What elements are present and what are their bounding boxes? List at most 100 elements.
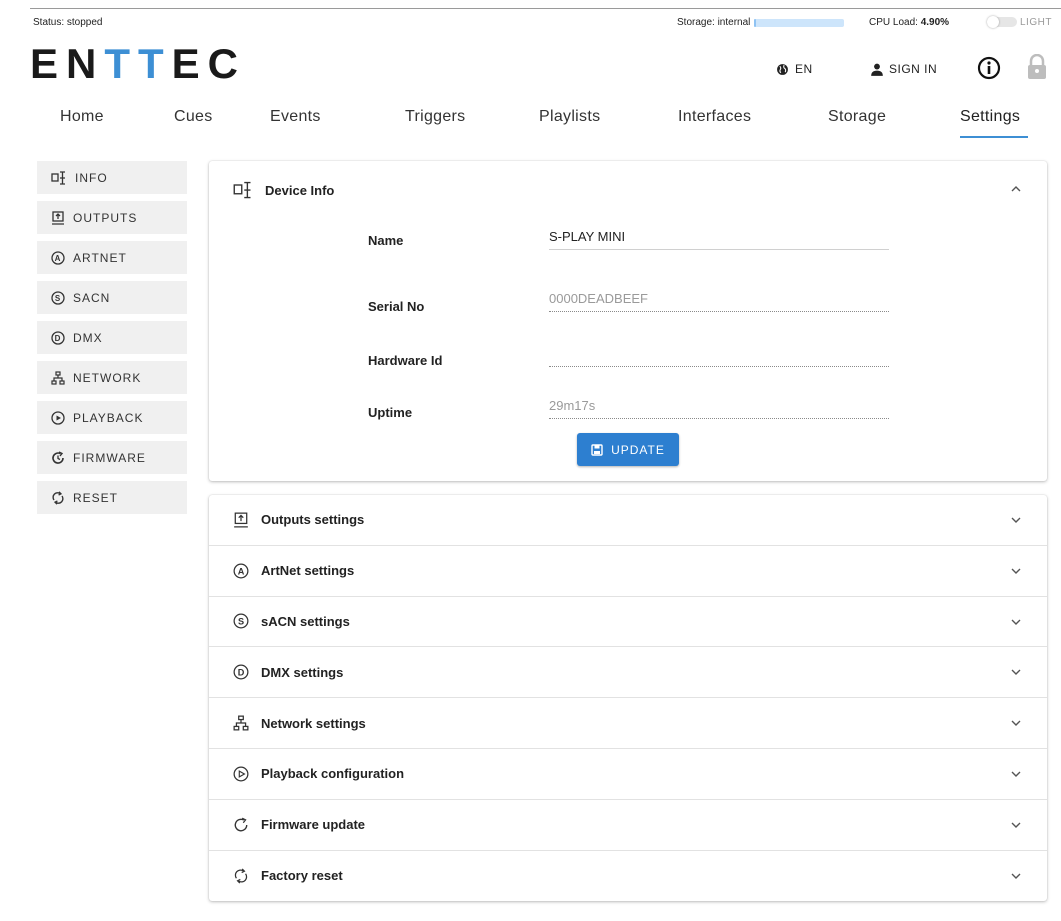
chevron-down-icon xyxy=(1011,669,1021,676)
dmx-icon: D xyxy=(51,330,65,345)
logo-text-3: EC xyxy=(171,40,247,87)
section-title: Factory reset xyxy=(261,868,343,884)
sidebar-item-label: SACN xyxy=(73,290,111,305)
sidebar-item-playback[interactable]: PLAYBACK xyxy=(37,401,187,434)
name-row: Name S-PLAY MINI xyxy=(209,229,1047,259)
chevron-down-icon xyxy=(1011,822,1021,828)
section-sacn[interactable]: S sACN settings xyxy=(209,597,1047,648)
sidebar-item-artnet[interactable]: A ARTNET xyxy=(37,241,187,274)
playback-icon xyxy=(233,766,249,782)
chevron-up-icon xyxy=(1011,186,1021,192)
artnet-icon: A xyxy=(233,563,249,579)
name-label: Name xyxy=(368,233,404,248)
language-label: EN xyxy=(795,62,813,76)
sidebar-item-network[interactable]: NETWORK xyxy=(37,361,187,394)
playback-icon xyxy=(51,410,65,425)
sidebar-item-outputs[interactable]: OUTPUTS xyxy=(37,201,187,234)
chevron-down-icon xyxy=(1011,720,1021,727)
tab-storage[interactable]: Storage xyxy=(828,108,886,126)
info-button[interactable] xyxy=(977,56,1001,80)
tab-cues[interactable]: Cues xyxy=(174,108,213,126)
section-title: sACN settings xyxy=(261,613,350,629)
storage-indicator: Storage: internal xyxy=(677,17,845,28)
sign-in-label: SIGN IN xyxy=(889,62,938,76)
serial-field: 0000DEADBEEF xyxy=(549,291,889,312)
theme-toggle-knob xyxy=(987,16,999,28)
chevron-down-icon xyxy=(1011,517,1021,523)
section-firmware[interactable]: Firmware update xyxy=(209,800,1047,851)
chevron-down-icon xyxy=(1011,771,1021,777)
update-label: UPDATE xyxy=(611,442,665,457)
firmware-icon xyxy=(234,817,248,832)
svg-text:D: D xyxy=(55,334,62,343)
theme-toggle[interactable] xyxy=(987,16,1017,28)
tab-triggers[interactable]: Triggers xyxy=(405,108,466,126)
section-artnet[interactable]: A ArtNet settings xyxy=(209,546,1047,597)
section-title: Playback configuration xyxy=(261,766,405,782)
section-dmx[interactable]: D DMX settings xyxy=(209,647,1047,699)
reset-icon xyxy=(52,490,64,505)
serial-label: Serial No xyxy=(368,299,425,314)
svg-text:S: S xyxy=(238,617,244,627)
sacn-icon: S xyxy=(233,613,249,629)
status-text: Status: stopped xyxy=(33,17,103,28)
sidebar-item-dmx[interactable]: D DMX xyxy=(37,321,187,354)
logo-text-2: TT xyxy=(104,40,172,87)
section-title: Firmware update xyxy=(261,817,366,833)
language-selector[interactable]: EN xyxy=(776,62,813,76)
sacn-icon: S xyxy=(51,290,65,305)
section-title: Outputs settings xyxy=(261,512,365,528)
section-network[interactable]: Network settings xyxy=(209,698,1047,749)
logo-text-1: EN xyxy=(30,40,105,87)
name-field[interactable]: S-PLAY MINI xyxy=(549,229,889,250)
user-icon xyxy=(871,63,883,76)
svg-text:S: S xyxy=(55,294,61,303)
enttec-logo[interactable]: ENTTEC xyxy=(30,40,246,88)
section-title: DMX settings xyxy=(261,664,344,680)
hardware-id-label: Hardware Id xyxy=(368,353,443,368)
sidebar-item-firmware[interactable]: FIRMWARE xyxy=(37,441,187,474)
update-button[interactable]: UPDATE xyxy=(577,433,679,466)
sidebar-item-label: DMX xyxy=(73,330,103,345)
svg-text:A: A xyxy=(55,254,62,263)
device-info-icon xyxy=(233,181,251,199)
lock-button[interactable] xyxy=(1027,53,1047,80)
tab-settings[interactable]: Settings xyxy=(960,108,1020,126)
tab-events[interactable]: Events xyxy=(270,108,321,126)
info-icon xyxy=(977,56,1001,80)
cpu-load: CPU Load: 4.90% xyxy=(869,17,949,28)
section-outputs[interactable]: Outputs settings xyxy=(209,495,1047,546)
hardware-id-field xyxy=(549,351,889,367)
section-playback[interactable]: Playback configuration xyxy=(209,749,1047,800)
save-icon xyxy=(591,443,603,456)
firmware-icon xyxy=(52,450,64,464)
uptime-row: Uptime 29m17s xyxy=(209,398,1047,428)
sidebar-item-info[interactable]: INFO xyxy=(37,161,187,194)
chevron-down-icon xyxy=(1011,568,1021,574)
hardware-id-row: Hardware Id xyxy=(209,351,1047,381)
tab-home[interactable]: Home xyxy=(60,108,104,126)
settings-sidebar: INFO OUTPUTS A ARTNET S SACN D DMX NETWO… xyxy=(37,161,187,521)
cpu-value: 4.90% xyxy=(920,17,950,28)
sidebar-item-reset[interactable]: RESET xyxy=(37,481,187,514)
storage-label: Storage: internal xyxy=(677,17,751,28)
main-nav: Home Cues Events Triggers Playlists Inte… xyxy=(0,100,1061,140)
outputs-icon xyxy=(52,210,64,225)
tab-playlists[interactable]: Playlists xyxy=(539,108,600,126)
sidebar-item-sacn[interactable]: S SACN xyxy=(37,281,187,314)
outputs-icon xyxy=(234,512,248,528)
dmx-icon: D xyxy=(233,664,249,680)
tab-interfaces[interactable]: Interfaces xyxy=(678,108,751,126)
device-info-title: Device Info xyxy=(265,182,335,198)
storage-bar-fill xyxy=(754,18,757,27)
storage-bar xyxy=(754,18,845,27)
section-reset[interactable]: Factory reset xyxy=(209,851,1047,902)
svg-text:A: A xyxy=(238,566,245,576)
cpu-label: CPU Load: xyxy=(869,17,918,28)
reset-icon xyxy=(234,868,248,884)
sign-in-button[interactable]: SIGN IN xyxy=(870,62,937,76)
sidebar-item-label: RESET xyxy=(73,490,119,505)
device-info-header[interactable]: Device Info xyxy=(209,161,1047,219)
sidebar-item-label: OUTPUTS xyxy=(73,210,138,225)
serial-row: Serial No 0000DEADBEEF xyxy=(209,291,1047,321)
